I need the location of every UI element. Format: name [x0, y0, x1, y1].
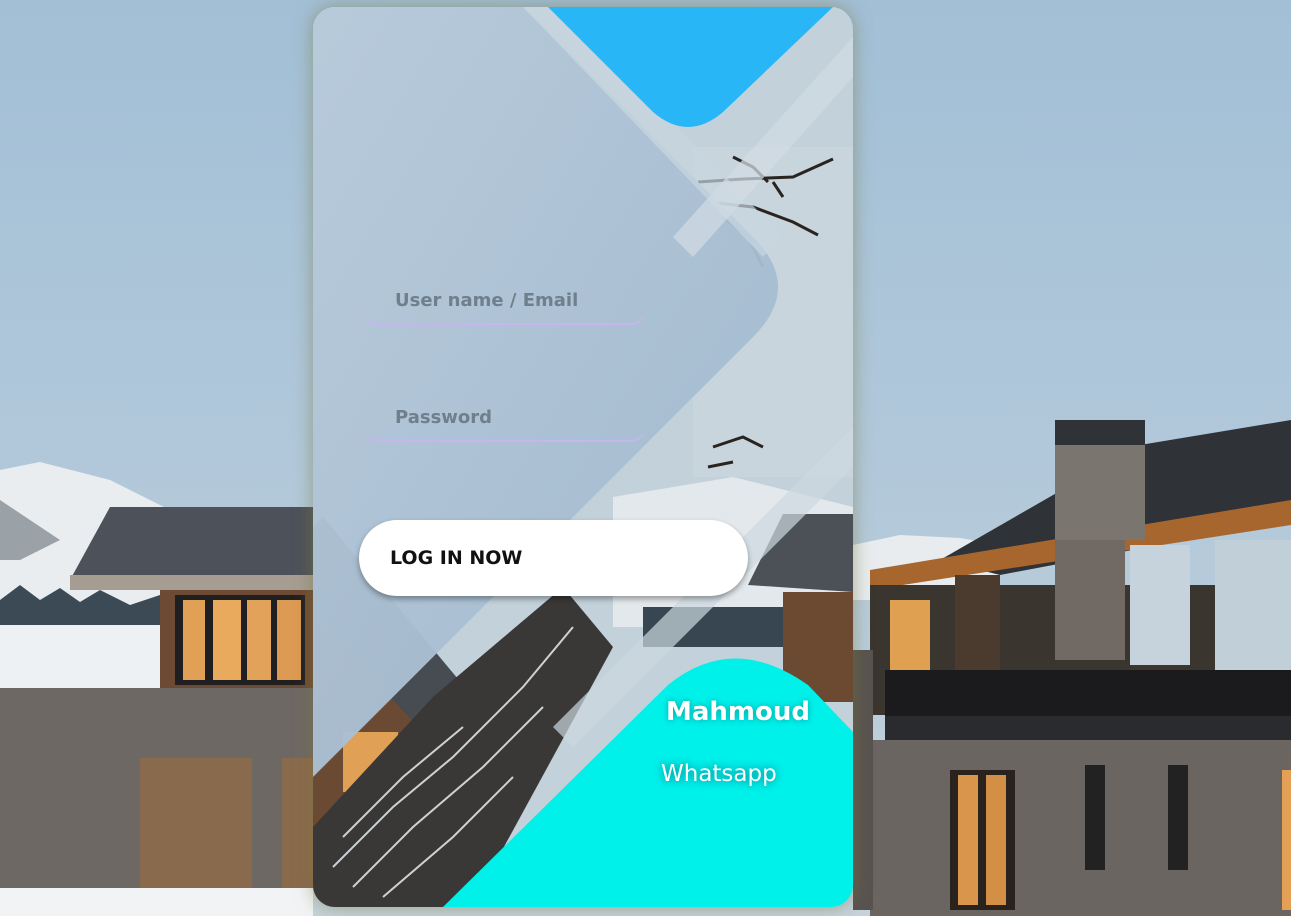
password-input[interactable]	[361, 394, 646, 442]
login-button[interactable]: LOG IN NOW	[359, 520, 748, 596]
login-card: LOG IN NOW Mahmoud Whatsapp	[313, 7, 853, 907]
author-name: Mahmoud	[666, 697, 811, 727]
whatsapp-link[interactable]: Whatsapp	[661, 761, 777, 787]
username-input[interactable]	[361, 277, 646, 325]
